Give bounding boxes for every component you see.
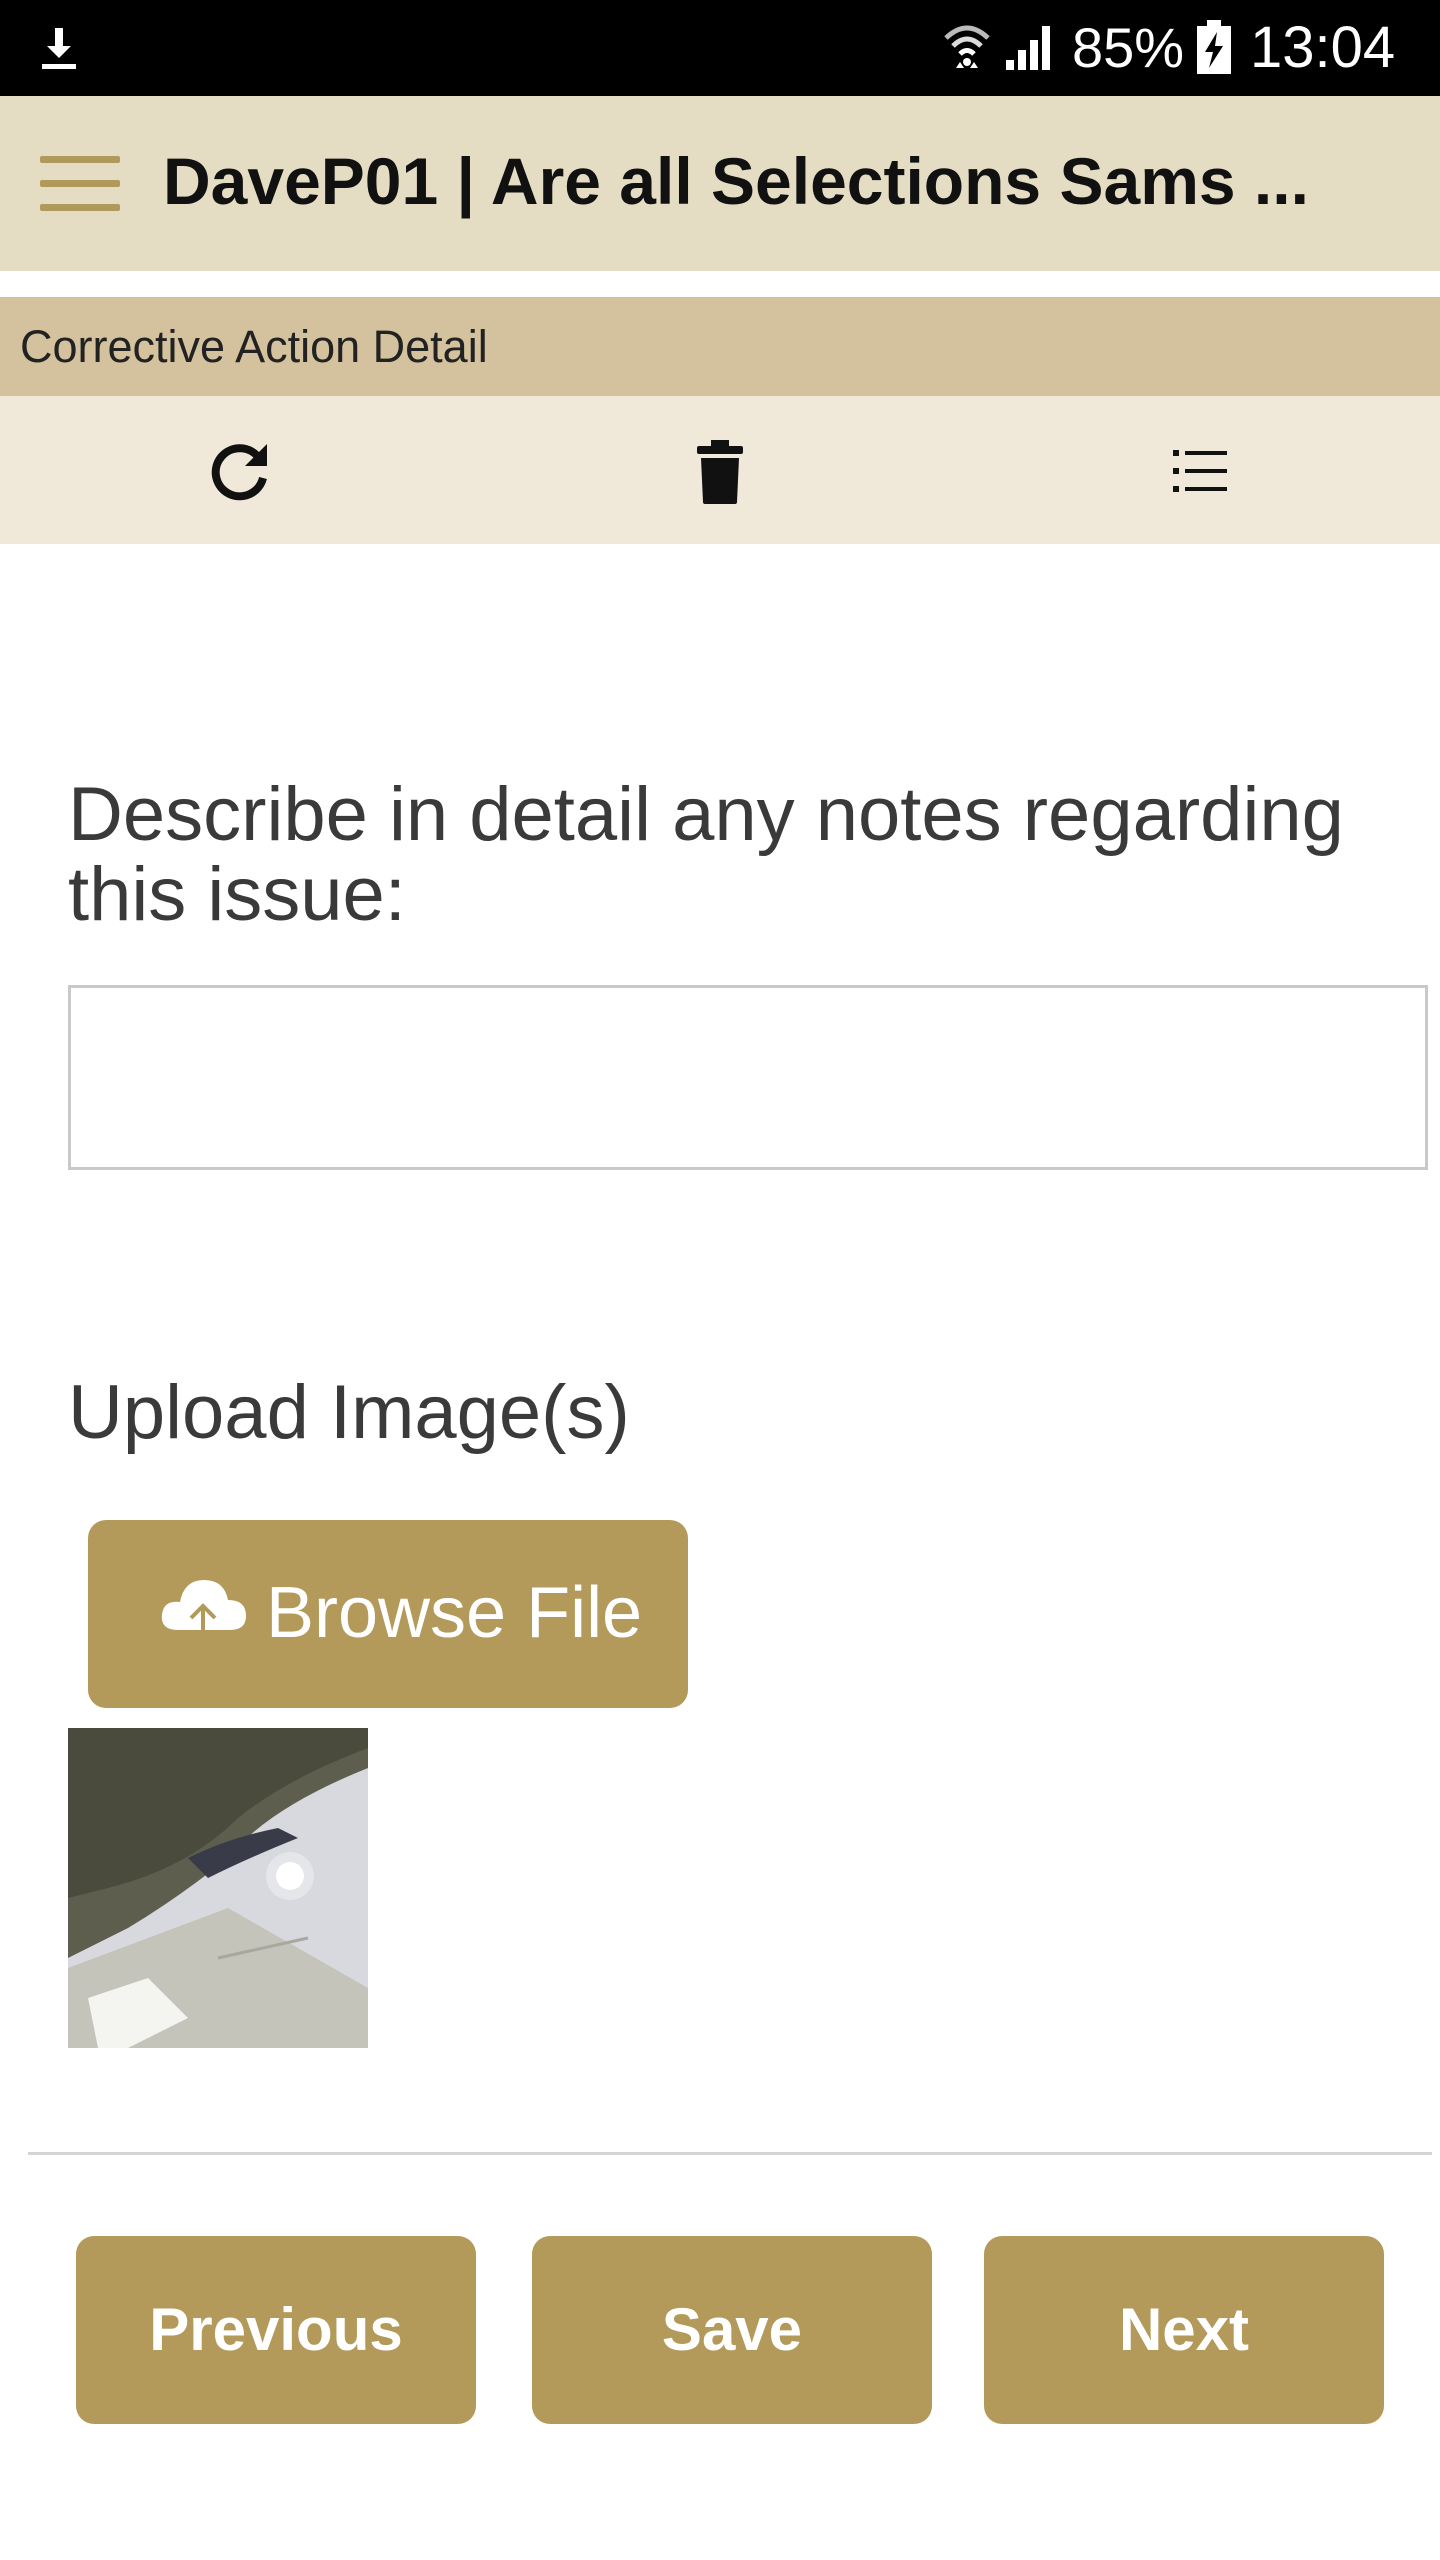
notes-question-label: Describe in detail any notes regarding t… — [68, 772, 1344, 937]
list-icon[interactable] — [1165, 436, 1235, 506]
next-button[interactable]: Next — [984, 2236, 1384, 2424]
section-header: Corrective Action Detail — [0, 297, 1440, 396]
battery-percent: 85% — [1072, 16, 1185, 79]
trash-icon[interactable] — [685, 436, 755, 506]
page-title: DaveP01 | Are all Selections Sams ... — [163, 144, 1309, 218]
hamburger-menu-icon[interactable] — [40, 156, 120, 212]
cloud-upload-icon — [161, 1580, 246, 1648]
browse-file-label: Browse File — [266, 1573, 643, 1653]
app-bar: DaveP01 | Are all Selections Sams ... — [0, 96, 1440, 271]
upload-images-label: Upload Image(s) — [68, 1370, 630, 1455]
notes-input[interactable] — [68, 985, 1428, 1170]
divider — [28, 2152, 1432, 2155]
signal-icon — [1006, 26, 1050, 70]
clock: 13:04 — [1250, 15, 1396, 80]
browse-file-button[interactable]: Browse File — [88, 1520, 688, 1708]
previous-button[interactable]: Previous — [76, 2236, 476, 2424]
section-title: Corrective Action Detail — [20, 321, 488, 372]
save-button[interactable]: Save — [532, 2236, 932, 2424]
status-bar: 85% 13:04 — [0, 0, 1440, 96]
thumbnail-photo — [68, 1728, 368, 2048]
wifi-icon — [944, 25, 990, 68]
battery-charging-icon — [1197, 20, 1231, 74]
uploaded-image-thumbnail[interactable] — [68, 1728, 368, 2048]
action-toolbar — [0, 396, 1440, 544]
download-icon — [42, 28, 76, 69]
refresh-icon[interactable] — [205, 436, 275, 506]
